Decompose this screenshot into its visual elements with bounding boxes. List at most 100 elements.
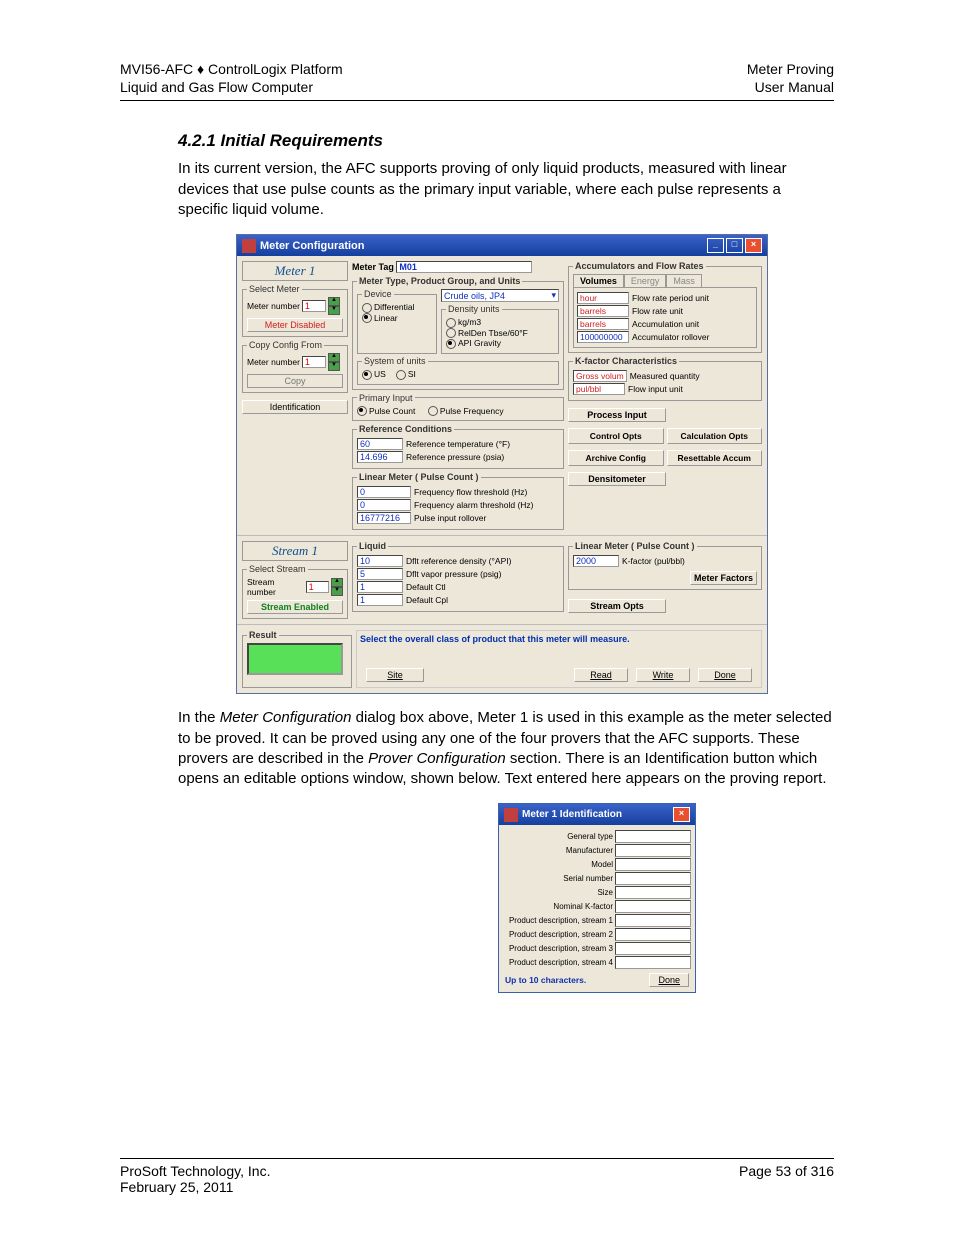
system-units-group: System of units US SI: [357, 356, 559, 385]
identification-field[interactable]: [615, 942, 691, 955]
kfactor-label: K-factor (pul/bbl): [622, 556, 685, 566]
accum-unit-value: barrels: [577, 318, 629, 330]
identification-field[interactable]: [615, 900, 691, 913]
freq-alarm-label: Frequency alarm threshold (Hz): [414, 500, 534, 510]
footer-date: February 25, 2011: [120, 1179, 270, 1195]
resettable-accum-button[interactable]: Resettable Accum: [667, 450, 763, 466]
tab-energy[interactable]: Energy: [624, 274, 667, 287]
flow-input-unit-label: Flow input unit: [628, 384, 683, 394]
dialog2-titlebar[interactable]: Meter 1 Identification ×: [499, 804, 695, 825]
close-icon[interactable]: ×: [673, 807, 690, 822]
meter-title: Meter 1: [242, 261, 348, 281]
dflt-ref-density-input[interactable]: 10: [357, 555, 403, 567]
identification-row: Product description, stream 2: [503, 928, 691, 941]
select-stream-group: Select Stream Stream number 1 ▲▼ Stream …: [242, 564, 348, 619]
copy-config-group: Copy Config From Meter number 1 ▲▼ Copy: [242, 340, 348, 393]
kfactor-input[interactable]: 2000: [573, 555, 619, 567]
meter-tag-input[interactable]: M01: [396, 261, 532, 273]
tab-volumes[interactable]: Volumes: [573, 274, 624, 287]
pulse-rollover-input[interactable]: 16777216: [357, 512, 411, 524]
read-button[interactable]: Read: [574, 668, 628, 682]
identification-field[interactable]: [615, 886, 691, 899]
stream-title: Stream 1: [242, 541, 348, 561]
maximize-icon[interactable]: □: [726, 238, 743, 253]
identification-done-button[interactable]: Done: [649, 973, 689, 987]
footer-company: ProSoft Technology, Inc.: [120, 1163, 270, 1179]
write-button[interactable]: Write: [636, 668, 690, 682]
kgm3-label: kg/m3: [458, 317, 481, 327]
freq-flow-input[interactable]: 0: [357, 486, 411, 498]
linear-label: Linear: [374, 313, 398, 323]
meter-tag-label: Meter Tag: [352, 262, 394, 272]
spin-up-icon[interactable]: ▲: [331, 578, 343, 587]
reference-cond-legend: Reference Conditions: [357, 424, 454, 434]
identification-row: Model: [503, 858, 691, 871]
freq-alarm-input[interactable]: 0: [357, 499, 411, 511]
site-button[interactable]: Site: [366, 668, 424, 682]
spin-up-icon[interactable]: ▲: [328, 353, 340, 362]
spin-down-icon[interactable]: ▼: [328, 306, 340, 315]
spin-up-icon[interactable]: ▲: [328, 297, 340, 306]
identification-field[interactable]: [615, 956, 691, 969]
densitometer-button[interactable]: Densitometer: [568, 472, 666, 486]
identification-field[interactable]: [615, 830, 691, 843]
radio-api[interactable]: [446, 339, 456, 349]
identification-field[interactable]: [615, 914, 691, 927]
close-icon[interactable]: ×: [745, 238, 762, 253]
reference-cond-group: Reference Conditions 60Reference tempera…: [352, 424, 564, 469]
ref-pres-input[interactable]: 14.696: [357, 451, 403, 463]
copy-meter-number-input[interactable]: 1: [302, 356, 326, 368]
radio-linear[interactable]: [362, 313, 372, 323]
identification-label: Product description, stream 1: [503, 916, 615, 925]
control-opts-button[interactable]: Control Opts: [568, 428, 664, 444]
radio-pulse-freq[interactable]: [428, 406, 438, 416]
default-cpl-input[interactable]: 1: [357, 594, 403, 606]
identification-row: Size: [503, 886, 691, 899]
identification-label: General type: [503, 832, 615, 841]
product-select[interactable]: Crude oils, JP4▾: [441, 289, 559, 302]
minimize-icon[interactable]: _: [707, 238, 724, 253]
radio-pulse-count[interactable]: [357, 406, 367, 416]
linear-meter-pc-legend: Linear Meter ( Pulse Count ): [357, 472, 481, 482]
stream-enabled-button[interactable]: Stream Enabled: [247, 600, 343, 614]
archive-config-button[interactable]: Archive Config: [568, 450, 664, 466]
relden-label: RelDen Tbse/60°F: [458, 328, 528, 338]
header-rule: [120, 100, 834, 101]
radio-kgm3[interactable]: [446, 318, 456, 328]
result-indicator: [247, 643, 343, 675]
ref-temp-input[interactable]: 60: [357, 438, 403, 450]
identification-field[interactable]: [615, 844, 691, 857]
dialog-titlebar[interactable]: Meter Configuration _ □ ×: [237, 235, 767, 256]
flow-rate-unit-label: Flow rate unit: [632, 306, 683, 316]
radio-relden[interactable]: [446, 328, 456, 338]
accum-rollover-value[interactable]: 100000000: [577, 331, 629, 343]
identification-field[interactable]: [615, 928, 691, 941]
default-ctl-input[interactable]: 1: [357, 581, 403, 593]
meter-disabled-button[interactable]: Meter Disabled: [247, 318, 343, 332]
spin-down-icon[interactable]: ▼: [328, 362, 340, 371]
type-group-units-legend: Meter Type, Product Group, and Units: [357, 276, 522, 286]
accum-unit-label: Accumulation unit: [632, 319, 699, 329]
dflt-vapor-pres-input[interactable]: 5: [357, 568, 403, 580]
spin-down-icon[interactable]: ▼: [331, 587, 343, 596]
stream-number-input[interactable]: 1: [306, 581, 329, 593]
identification-row: Product description, stream 3: [503, 942, 691, 955]
tab-mass[interactable]: Mass: [666, 274, 702, 287]
copy-button[interactable]: Copy: [247, 374, 343, 388]
measured-qty-value: Gross volum: [573, 370, 627, 382]
radio-us[interactable]: [362, 370, 372, 380]
identification-field[interactable]: [615, 858, 691, 871]
meter-number-input[interactable]: 1: [302, 300, 326, 312]
meter-factors-button[interactable]: Meter Factors: [690, 571, 757, 585]
radio-si[interactable]: [396, 370, 406, 380]
stream-opts-button[interactable]: Stream Opts: [568, 599, 666, 613]
done-button[interactable]: Done: [698, 668, 752, 682]
dialog-title: Meter Configuration: [260, 240, 365, 252]
linear-meter-pc-stream-legend: Linear Meter ( Pulse Count ): [573, 541, 697, 551]
identification-field[interactable]: [615, 872, 691, 885]
calculation-opts-button[interactable]: Calculation Opts: [667, 428, 763, 444]
identification-button[interactable]: Identification: [242, 400, 348, 414]
radio-differential[interactable]: [362, 303, 372, 313]
primary-input-legend: Primary Input: [357, 393, 415, 403]
process-input-button[interactable]: Process Input: [568, 408, 666, 422]
